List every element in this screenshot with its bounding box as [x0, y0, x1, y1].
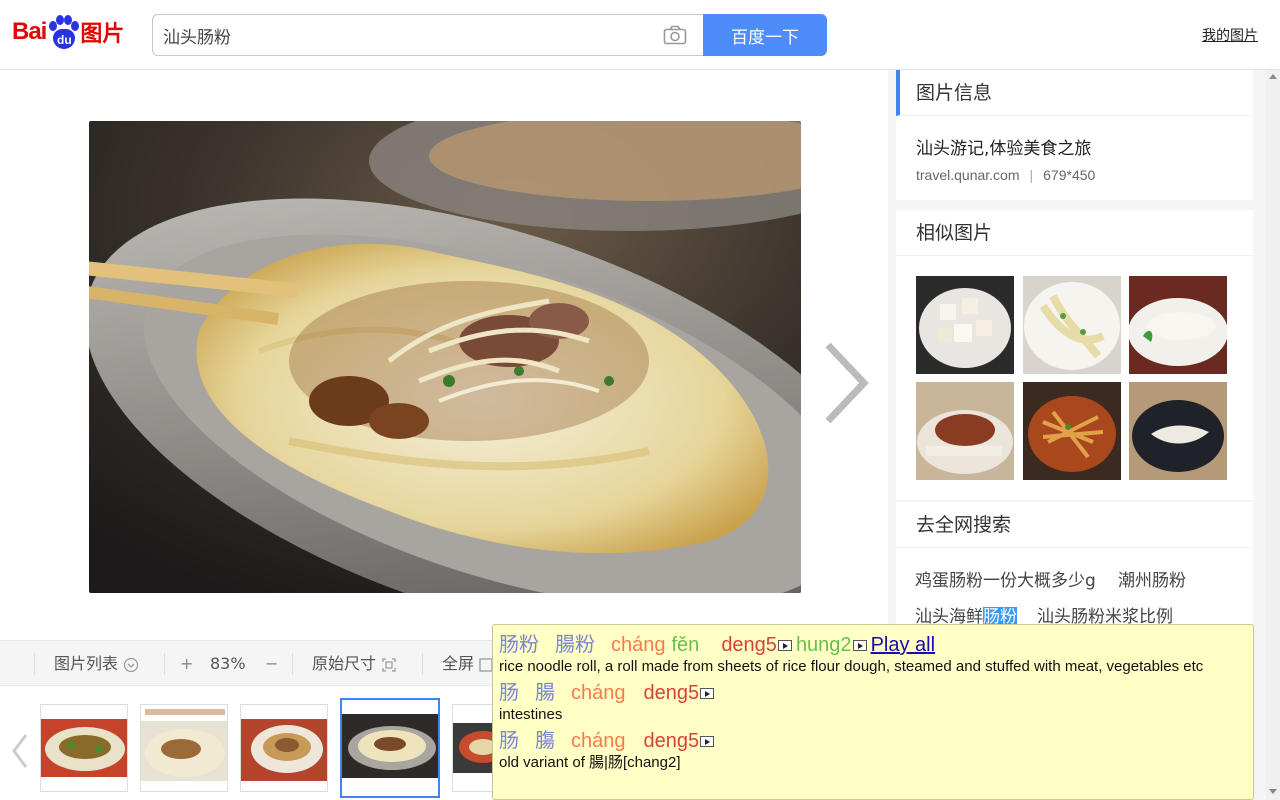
dict-definition: old variant of 腸|肠[chang2]: [499, 754, 681, 771]
image-viewer: [0, 75, 888, 640]
search-button[interactable]: 百度一下: [703, 14, 827, 56]
similar-images-card: 相似图片: [896, 210, 1253, 500]
search-suggestion[interactable]: 鸡蛋肠粉一份大概多少g: [915, 566, 1096, 591]
source-meta: travel.qunar.com | 679*450: [916, 167, 1095, 183]
dict-jyutping: hung2: [795, 634, 852, 656]
dict-pinyin: cháng: [611, 634, 666, 656]
dict-simplified: 肠粉: [499, 632, 539, 656]
play-audio-icon[interactable]: [700, 688, 715, 700]
image-info-card: 图片信息 汕头游记,体验美食之旅 travel.qunar.com | 679*45…: [896, 70, 1253, 200]
my-pictures-link[interactable]: 我的图片: [1202, 25, 1258, 45]
similar-image[interactable]: [1023, 382, 1121, 480]
dict-definition: intestines: [499, 706, 563, 723]
next-image-arrow-icon[interactable]: [818, 333, 878, 433]
web-search-title: 去全网搜索: [896, 502, 1253, 548]
search-box: [152, 14, 703, 56]
chevron-down-circle-icon: [124, 657, 139, 672]
meta-separator: |: [1029, 167, 1034, 183]
thumbnail[interactable]: [240, 704, 328, 792]
logo-bai-text: Bai: [12, 18, 47, 45]
zoom-in-button[interactable]: +: [180, 653, 193, 675]
baidu-images-logo[interactable]: Bai du 图片: [12, 12, 124, 52]
dict-entry-header: 肠粉 腸粉 cháng fěn deng5 hung2 Play all: [499, 631, 1247, 657]
dict-jyutping: deng5: [643, 730, 700, 752]
image-dimensions: 679*450: [1043, 167, 1096, 183]
scroll-up-arrow-icon[interactable]: [1269, 74, 1277, 79]
dict-jyutping: deng5: [721, 634, 777, 656]
play-audio-icon[interactable]: [777, 640, 792, 652]
dict-jyutping: deng5: [643, 682, 700, 704]
similar-images-grid: [916, 276, 1228, 481]
prev-thumbnails-arrow-icon[interactable]: [8, 731, 32, 771]
baidu-paw-icon: du: [47, 15, 80, 49]
camera-icon[interactable]: [663, 25, 687, 45]
thumbnail-active[interactable]: [340, 698, 440, 798]
play-all-link[interactable]: Play all: [871, 634, 935, 656]
source-domain[interactable]: travel.qunar.com: [916, 167, 1020, 183]
dict-definition: rice noodle roll, a roll made from sheet…: [499, 658, 1204, 675]
play-audio-icon[interactable]: [700, 736, 715, 748]
dict-pinyin: cháng: [571, 730, 626, 752]
zoom-out-button[interactable]: −: [265, 653, 278, 675]
dict-entry-header: 肠腸 cháng deng5: [499, 679, 1247, 705]
toolbar-divider: [422, 653, 423, 675]
search-input[interactable]: [163, 15, 643, 55]
dict-simplified: 肠: [499, 680, 519, 704]
original-size-icon: [382, 657, 396, 672]
thumbnail-strip: [0, 686, 500, 800]
dict-traditional: 膓: [535, 728, 555, 752]
dict-traditional: 腸: [535, 680, 555, 704]
thumbnail[interactable]: [40, 704, 128, 792]
source-page-title[interactable]: 汕头游记,体验美食之旅: [916, 134, 1091, 159]
dict-traditional: 腸粉: [555, 632, 595, 656]
dict-simplified: 肠: [499, 728, 519, 752]
dict-pinyin: fěn: [671, 634, 700, 656]
original-size-button[interactable]: 原始尺寸: [312, 653, 397, 675]
dict-pinyin: cháng: [571, 682, 626, 704]
viewer-toolbar: 图片列表 + 83% − 原始尺寸 全屏: [0, 640, 500, 686]
image-list-label: 图片列表: [54, 654, 119, 673]
thumbnail[interactable]: [140, 704, 228, 792]
original-size-label: 原始尺寸: [312, 654, 377, 673]
toolbar-divider: [292, 653, 293, 675]
scroll-down-arrow-icon[interactable]: [1269, 789, 1277, 794]
toolbar-divider: [34, 653, 35, 675]
fullscreen-label: 全屏: [442, 654, 475, 673]
similar-image[interactable]: [916, 276, 1014, 374]
similar-image[interactable]: [916, 382, 1014, 480]
main-photo[interactable]: [89, 121, 801, 593]
dict-entry-header: 肠膓 cháng deng5: [499, 727, 1247, 753]
similar-images-title: 相似图片: [896, 210, 1253, 256]
page-scrollbar[interactable]: [1266, 70, 1280, 800]
zoom-level: 83%: [210, 654, 246, 673]
search-suggestion[interactable]: 潮州肠粉: [1118, 566, 1186, 591]
fullscreen-icon: [479, 657, 493, 672]
similar-image[interactable]: [1023, 276, 1121, 374]
fullscreen-button[interactable]: 全屏: [442, 653, 493, 675]
toolbar-divider: [164, 653, 165, 675]
similar-image[interactable]: [1129, 276, 1227, 374]
image-info-title: 图片信息: [896, 70, 1253, 116]
header: Bai du 图片 百度一下 我的图片: [0, 0, 1280, 70]
similar-image[interactable]: [1129, 382, 1227, 480]
image-list-button[interactable]: 图片列表: [54, 653, 139, 675]
logo-tupian-text: 图片: [80, 22, 125, 47]
dictionary-popup: 肠粉 腸粉 cháng fěn deng5 hung2 Play all rice nood…: [492, 624, 1254, 800]
play-audio-icon[interactable]: [852, 640, 867, 652]
